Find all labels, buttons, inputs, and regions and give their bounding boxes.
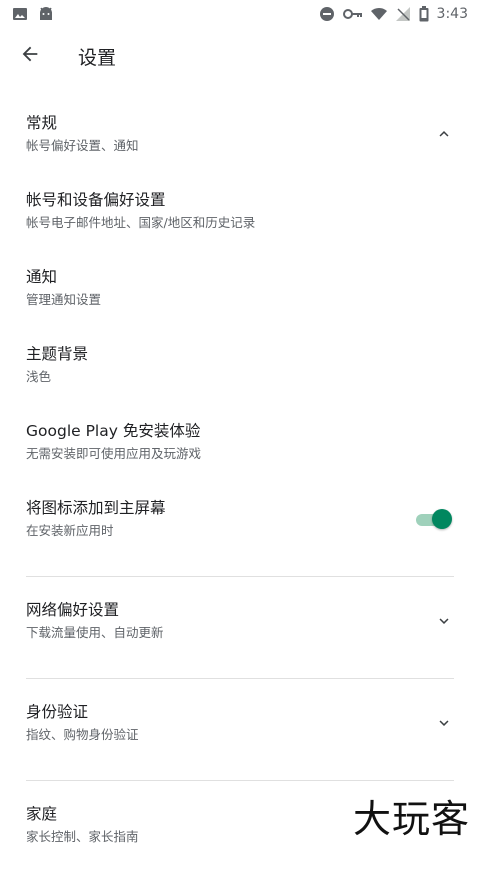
row-subtitle: 无需安装即可使用应用及玩游戏 bbox=[26, 446, 202, 461]
chevron-up-icon[interactable] bbox=[432, 122, 456, 146]
settings-item-theme[interactable]: 主题背景 浅色 bbox=[0, 335, 480, 412]
settings-item-instant[interactable]: Google Play 免安装体验 无需安装即可使用应用及玩游戏 bbox=[0, 412, 480, 489]
settings-general-header[interactable]: 常规 帐号偏好设置、通知 bbox=[0, 104, 480, 181]
key-icon bbox=[342, 6, 363, 22]
divider bbox=[26, 576, 454, 577]
row-title: 帐号和设备偏好设置 bbox=[26, 191, 166, 209]
row-subtitle: 浅色 bbox=[26, 369, 52, 384]
wifi-icon bbox=[370, 6, 387, 22]
row-subtitle: 在安装新应用时 bbox=[26, 523, 114, 538]
app-bar: 设置 bbox=[0, 28, 480, 84]
row-title: 网络偏好设置 bbox=[26, 601, 120, 619]
row-title: 常规 bbox=[26, 114, 58, 132]
row-subtitle: 帐号偏好设置、通知 bbox=[26, 138, 139, 153]
status-left bbox=[12, 6, 54, 22]
row-title: 通知 bbox=[26, 268, 58, 286]
do-not-disturb-icon bbox=[319, 6, 335, 22]
row-title: Google Play 免安装体验 bbox=[26, 422, 201, 440]
row-subtitle: 管理通知设置 bbox=[26, 292, 102, 307]
row-subtitle: 下载流量使用、自动更新 bbox=[26, 625, 164, 640]
divider bbox=[26, 780, 454, 781]
back-button[interactable] bbox=[2, 28, 58, 84]
chevron-down-icon[interactable] bbox=[432, 609, 456, 633]
settings-network-header[interactable]: 网络偏好设置 下载流量使用、自动更新 bbox=[0, 591, 480, 668]
settings-item-account[interactable]: 帐号和设备偏好设置 帐号电子邮件地址、国家/地区和历史记录 bbox=[0, 181, 480, 258]
settings-auth-header[interactable]: 身份验证 指纹、购物身份验证 bbox=[0, 693, 480, 770]
image-icon bbox=[12, 6, 28, 22]
status-bar: 3:43 bbox=[0, 0, 480, 28]
toggle-thumb bbox=[432, 509, 452, 529]
row-title: 身份验证 bbox=[26, 703, 89, 721]
battery-icon bbox=[419, 6, 429, 22]
settings-item-add-icon[interactable]: 将图标添加到主屏幕 在安装新应用时 bbox=[0, 489, 480, 566]
arrow-left-icon bbox=[19, 43, 41, 69]
settings-list: 常规 帐号偏好设置、通知 帐号和设备偏好设置 帐号电子邮件地址、国家/地区和历史… bbox=[0, 104, 480, 872]
divider bbox=[26, 678, 454, 679]
row-title: 主题背景 bbox=[26, 345, 89, 363]
row-title: 将图标添加到主屏幕 bbox=[26, 499, 166, 517]
status-time: 3:43 bbox=[436, 6, 468, 22]
status-right: 3:43 bbox=[319, 6, 468, 22]
android-icon bbox=[38, 6, 54, 22]
row-subtitle: 帐号电子邮件地址、国家/地区和历史记录 bbox=[26, 215, 256, 230]
settings-item-notifications[interactable]: 通知 管理通知设置 bbox=[0, 258, 480, 335]
watermark-logo: 大玩客 bbox=[352, 797, 470, 841]
add-icon-toggle[interactable] bbox=[416, 509, 452, 529]
page-title: 设置 bbox=[78, 46, 117, 69]
chevron-down-icon[interactable] bbox=[432, 711, 456, 735]
row-subtitle: 指纹、购物身份验证 bbox=[26, 727, 139, 742]
signal-off-icon bbox=[395, 6, 411, 22]
